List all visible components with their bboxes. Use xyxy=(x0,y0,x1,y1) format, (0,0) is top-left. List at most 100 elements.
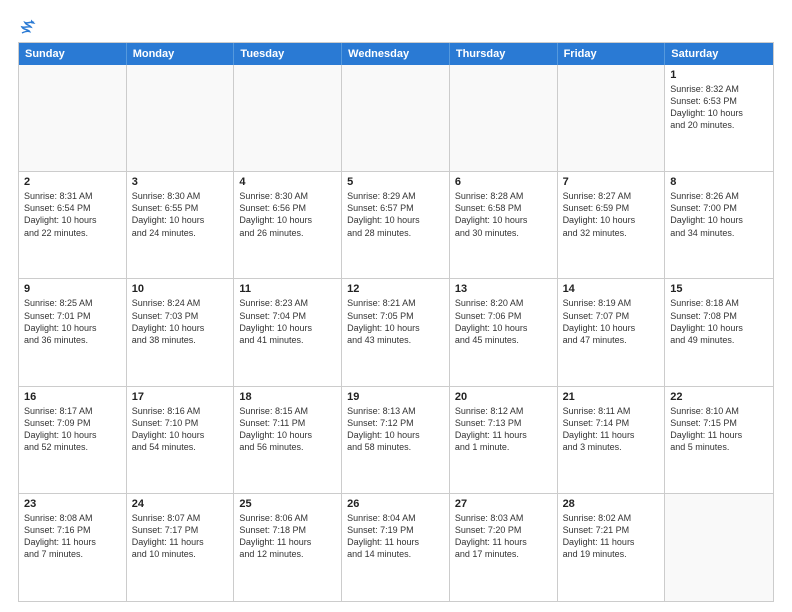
calendar-cell: 17 Sunrise: 8:16 AMSunset: 7:10 PMDayligh… xyxy=(127,387,235,493)
day-number: 12 xyxy=(347,283,444,295)
calendar-cell: 25 Sunrise: 8:06 AMSunset: 7:18 PMDayligh… xyxy=(234,494,342,601)
calendar-cell: 7 Sunrise: 8:27 AMSunset: 6:59 PMDaylight… xyxy=(558,172,666,278)
day-number: 27 xyxy=(455,498,552,510)
calendar-header-cell: Wednesday xyxy=(342,43,450,65)
calendar-cell: 4 Sunrise: 8:30 AMSunset: 6:56 PMDaylight… xyxy=(234,172,342,278)
calendar-cell: 13 Sunrise: 8:20 AMSunset: 7:06 PMDayligh… xyxy=(450,279,558,385)
calendar-cell: 6 Sunrise: 8:28 AMSunset: 6:58 PMDaylight… xyxy=(450,172,558,278)
day-number: 13 xyxy=(455,283,552,295)
calendar-cell: 28 Sunrise: 8:02 AMSunset: 7:21 PMDayligh… xyxy=(558,494,666,601)
calendar-cell xyxy=(234,65,342,171)
day-info: Sunrise: 8:04 AMSunset: 7:19 PMDaylight:… xyxy=(347,512,444,561)
calendar-row: 2Sunrise: 8:31 AMSunset: 6:54 PMDaylight… xyxy=(19,172,773,279)
day-number: 19 xyxy=(347,391,444,403)
day-info: Sunrise: 8:27 AMSunset: 6:59 PMDaylight:… xyxy=(563,190,660,239)
day-number: 7 xyxy=(563,176,660,188)
day-number: 9 xyxy=(24,283,121,295)
day-number: 10 xyxy=(132,283,229,295)
day-number: 8 xyxy=(670,176,768,188)
calendar-cell: 1 Sunrise: 8:32 AMSunset: 6:53 PMDaylight… xyxy=(665,65,773,171)
calendar-cell: 9 Sunrise: 8:25 AMSunset: 7:01 PMDaylight… xyxy=(19,279,127,385)
logo-bird-icon xyxy=(19,18,37,36)
calendar-cell xyxy=(127,65,235,171)
calendar-cell: 27 Sunrise: 8:03 AMSunset: 7:20 PMDayligh… xyxy=(450,494,558,601)
day-info: Sunrise: 8:19 AMSunset: 7:07 PMDaylight:… xyxy=(563,297,660,346)
calendar-cell: 21 Sunrise: 8:11 AMSunset: 7:14 PMDayligh… xyxy=(558,387,666,493)
calendar-cell: 19Sunrise: 8:13 AMSunset: 7:12 PMDayligh… xyxy=(342,387,450,493)
calendar-cell: 18 Sunrise: 8:15 AMSunset: 7:11 PMDayligh… xyxy=(234,387,342,493)
day-number: 17 xyxy=(132,391,229,403)
day-info: Sunrise: 8:12 AMSunset: 7:13 PMDaylight:… xyxy=(455,405,552,454)
calendar-header: SundayMondayTuesdayWednesdayThursdayFrid… xyxy=(19,43,773,65)
day-number: 21 xyxy=(563,391,660,403)
day-number: 25 xyxy=(239,498,336,510)
day-info: Sunrise: 8:29 AMSunset: 6:57 PMDaylight:… xyxy=(347,190,444,239)
day-number: 20 xyxy=(455,391,552,403)
calendar-cell: 2Sunrise: 8:31 AMSunset: 6:54 PMDaylight… xyxy=(19,172,127,278)
day-info: Sunrise: 8:32 AMSunset: 6:53 PMDaylight:… xyxy=(670,83,768,132)
day-number: 1 xyxy=(670,69,768,81)
day-info: Sunrise: 8:30 AMSunset: 6:56 PMDaylight:… xyxy=(239,190,336,239)
calendar-cell: 26Sunrise: 8:04 AMSunset: 7:19 PMDayligh… xyxy=(342,494,450,601)
day-number: 24 xyxy=(132,498,229,510)
calendar-cell: 10 Sunrise: 8:24 AMSunset: 7:03 PMDayligh… xyxy=(127,279,235,385)
calendar-body: 1 Sunrise: 8:32 AMSunset: 6:53 PMDaylight… xyxy=(19,65,773,601)
calendar-cell xyxy=(665,494,773,601)
day-info: Sunrise: 8:16 AMSunset: 7:10 PMDaylight:… xyxy=(132,405,229,454)
calendar-header-cell: Tuesday xyxy=(234,43,342,65)
day-number: 6 xyxy=(455,176,552,188)
day-info: Sunrise: 8:07 AMSunset: 7:17 PMDaylight:… xyxy=(132,512,229,561)
calendar-row: 16 Sunrise: 8:17 AMSunset: 7:09 PMDayligh… xyxy=(19,387,773,494)
day-info: Sunrise: 8:17 AMSunset: 7:09 PMDaylight:… xyxy=(24,405,121,454)
calendar-cell: 23 Sunrise: 8:08 AMSunset: 7:16 PMDayligh… xyxy=(19,494,127,601)
calendar-cell: 8Sunrise: 8:26 AMSunset: 7:00 PMDaylight… xyxy=(665,172,773,278)
day-info: Sunrise: 8:10 AMSunset: 7:15 PMDaylight:… xyxy=(670,405,768,454)
day-info: Sunrise: 8:15 AMSunset: 7:11 PMDaylight:… xyxy=(239,405,336,454)
day-number: 3 xyxy=(132,176,229,188)
calendar-cell: 3 Sunrise: 8:30 AMSunset: 6:55 PMDaylight… xyxy=(127,172,235,278)
day-info: Sunrise: 8:30 AMSunset: 6:55 PMDaylight:… xyxy=(132,190,229,239)
day-info: Sunrise: 8:20 AMSunset: 7:06 PMDaylight:… xyxy=(455,297,552,346)
calendar-cell: 12Sunrise: 8:21 AMSunset: 7:05 PMDayligh… xyxy=(342,279,450,385)
calendar-header-cell: Sunday xyxy=(19,43,127,65)
day-info: Sunrise: 8:28 AMSunset: 6:58 PMDaylight:… xyxy=(455,190,552,239)
day-number: 23 xyxy=(24,498,121,510)
calendar-header-cell: Saturday xyxy=(665,43,773,65)
day-number: 15 xyxy=(670,283,768,295)
day-number: 14 xyxy=(563,283,660,295)
day-info: Sunrise: 8:06 AMSunset: 7:18 PMDaylight:… xyxy=(239,512,336,561)
calendar-row: 1 Sunrise: 8:32 AMSunset: 6:53 PMDaylight… xyxy=(19,65,773,172)
day-number: 28 xyxy=(563,498,660,510)
calendar-cell xyxy=(558,65,666,171)
calendar-row: 9 Sunrise: 8:25 AMSunset: 7:01 PMDaylight… xyxy=(19,279,773,386)
day-info: Sunrise: 8:24 AMSunset: 7:03 PMDaylight:… xyxy=(132,297,229,346)
day-number: 16 xyxy=(24,391,121,403)
day-info: Sunrise: 8:08 AMSunset: 7:16 PMDaylight:… xyxy=(24,512,121,561)
calendar-cell: 15 Sunrise: 8:18 AMSunset: 7:08 PMDayligh… xyxy=(665,279,773,385)
day-info: Sunrise: 8:11 AMSunset: 7:14 PMDaylight:… xyxy=(563,405,660,454)
day-number: 11 xyxy=(239,283,336,295)
calendar-header-cell: Monday xyxy=(127,43,235,65)
calendar-cell: 5 Sunrise: 8:29 AMSunset: 6:57 PMDaylight… xyxy=(342,172,450,278)
day-info: Sunrise: 8:03 AMSunset: 7:20 PMDaylight:… xyxy=(455,512,552,561)
day-info: Sunrise: 8:25 AMSunset: 7:01 PMDaylight:… xyxy=(24,297,121,346)
calendar-cell xyxy=(19,65,127,171)
day-info: Sunrise: 8:02 AMSunset: 7:21 PMDaylight:… xyxy=(563,512,660,561)
calendar-cell: 20 Sunrise: 8:12 AMSunset: 7:13 PMDayligh… xyxy=(450,387,558,493)
day-number: 18 xyxy=(239,391,336,403)
day-number: 5 xyxy=(347,176,444,188)
calendar-cell xyxy=(450,65,558,171)
calendar-header-cell: Friday xyxy=(558,43,666,65)
day-number: 4 xyxy=(239,176,336,188)
day-number: 22 xyxy=(670,391,768,403)
calendar-header-cell: Thursday xyxy=(450,43,558,65)
calendar: SundayMondayTuesdayWednesdayThursdayFrid… xyxy=(18,42,774,602)
calendar-row: 23 Sunrise: 8:08 AMSunset: 7:16 PMDayligh… xyxy=(19,494,773,601)
calendar-cell: 22 Sunrise: 8:10 AMSunset: 7:15 PMDayligh… xyxy=(665,387,773,493)
day-info: Sunrise: 8:31 AMSunset: 6:54 PMDaylight:… xyxy=(24,190,121,239)
logo xyxy=(18,18,37,34)
day-info: Sunrise: 8:23 AMSunset: 7:04 PMDaylight:… xyxy=(239,297,336,346)
calendar-cell: 24 Sunrise: 8:07 AMSunset: 7:17 PMDayligh… xyxy=(127,494,235,601)
calendar-cell: 16 Sunrise: 8:17 AMSunset: 7:09 PMDayligh… xyxy=(19,387,127,493)
day-info: Sunrise: 8:18 AMSunset: 7:08 PMDaylight:… xyxy=(670,297,768,346)
